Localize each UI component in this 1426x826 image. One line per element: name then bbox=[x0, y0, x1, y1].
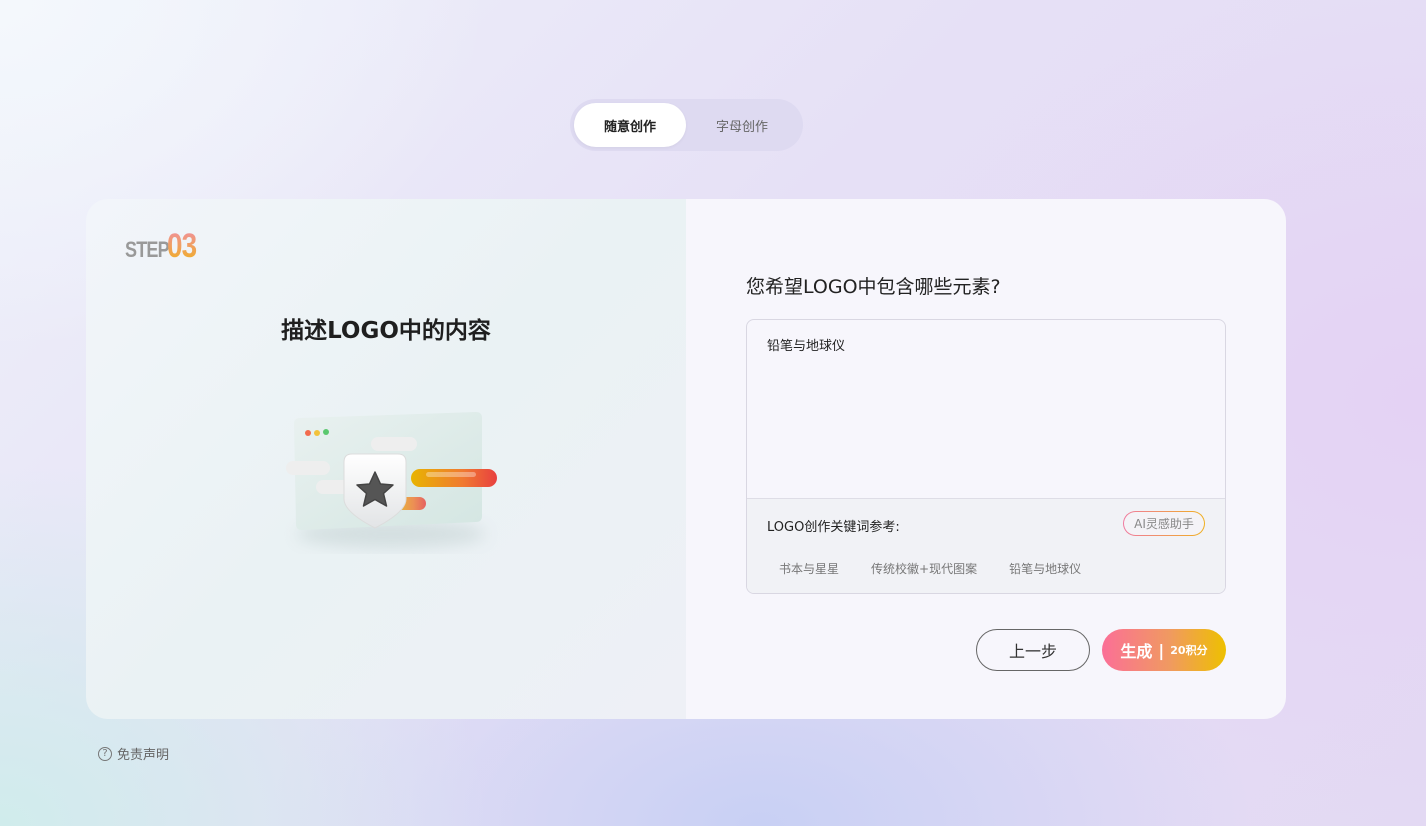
ai-assistant-button[interactable]: AI灵感助手 bbox=[1123, 511, 1205, 536]
step-info-panel: STEP 03 描述LOGO中的内容 bbox=[86, 199, 686, 719]
wizard-card: STEP 03 描述LOGO中的内容 您希望LOGO中包含哪些元素? 铅笔与地球… bbox=[86, 199, 1286, 719]
step-form-panel: 您希望LOGO中包含哪些元素? 铅笔与地球仪 LOGO创作关键词参考: AI灵感… bbox=[686, 199, 1286, 719]
mode-tabs: 随意创作 字母创作 bbox=[570, 99, 803, 151]
keyword-chip[interactable]: 铅笔与地球仪 bbox=[997, 554, 1093, 583]
keyword-reference-panel: LOGO创作关键词参考: AI灵感助手 书本与星星 传统校徽+现代图案 铅笔与地… bbox=[747, 498, 1225, 593]
keyword-chip[interactable]: 传统校徽+现代图案 bbox=[859, 554, 989, 583]
step-badge: STEP 03 bbox=[125, 229, 203, 263]
generate-cost: 20积分 bbox=[1170, 644, 1208, 657]
disclaimer-link[interactable]: ? 免责声明 bbox=[98, 744, 169, 763]
logo-illustration bbox=[286, 412, 497, 548]
step-number: 03 bbox=[167, 227, 197, 265]
prev-step-button[interactable]: 上一步 bbox=[976, 629, 1090, 671]
tab-letter-create[interactable]: 字母创作 bbox=[686, 103, 798, 147]
question-circle-icon: ? bbox=[98, 746, 112, 761]
textarea-value[interactable]: 铅笔与地球仪 bbox=[767, 335, 845, 354]
disclaimer-label: 免责声明 bbox=[117, 748, 170, 763]
question-label: 您希望LOGO中包含哪些元素? bbox=[746, 276, 1001, 298]
step-title: 描述LOGO中的内容 bbox=[281, 318, 491, 344]
keyword-label: LOGO创作关键词参考: bbox=[767, 520, 900, 535]
generate-separator: | bbox=[1158, 640, 1165, 660]
keyword-chip[interactable]: 书本与星星 bbox=[767, 554, 851, 583]
tab-free-create[interactable]: 随意创作 bbox=[574, 103, 686, 147]
element-description-textarea[interactable]: 铅笔与地球仪 LOGO创作关键词参考: AI灵感助手 书本与星星 传统校徽+现代… bbox=[746, 319, 1226, 594]
generate-button[interactable]: 生成 | 20积分 bbox=[1102, 629, 1226, 671]
step-word: STEP bbox=[125, 237, 170, 262]
generate-label: 生成 bbox=[1120, 642, 1153, 661]
keyword-chips: 书本与星星 传统校徽+现代图案 铅笔与地球仪 bbox=[767, 554, 1101, 583]
